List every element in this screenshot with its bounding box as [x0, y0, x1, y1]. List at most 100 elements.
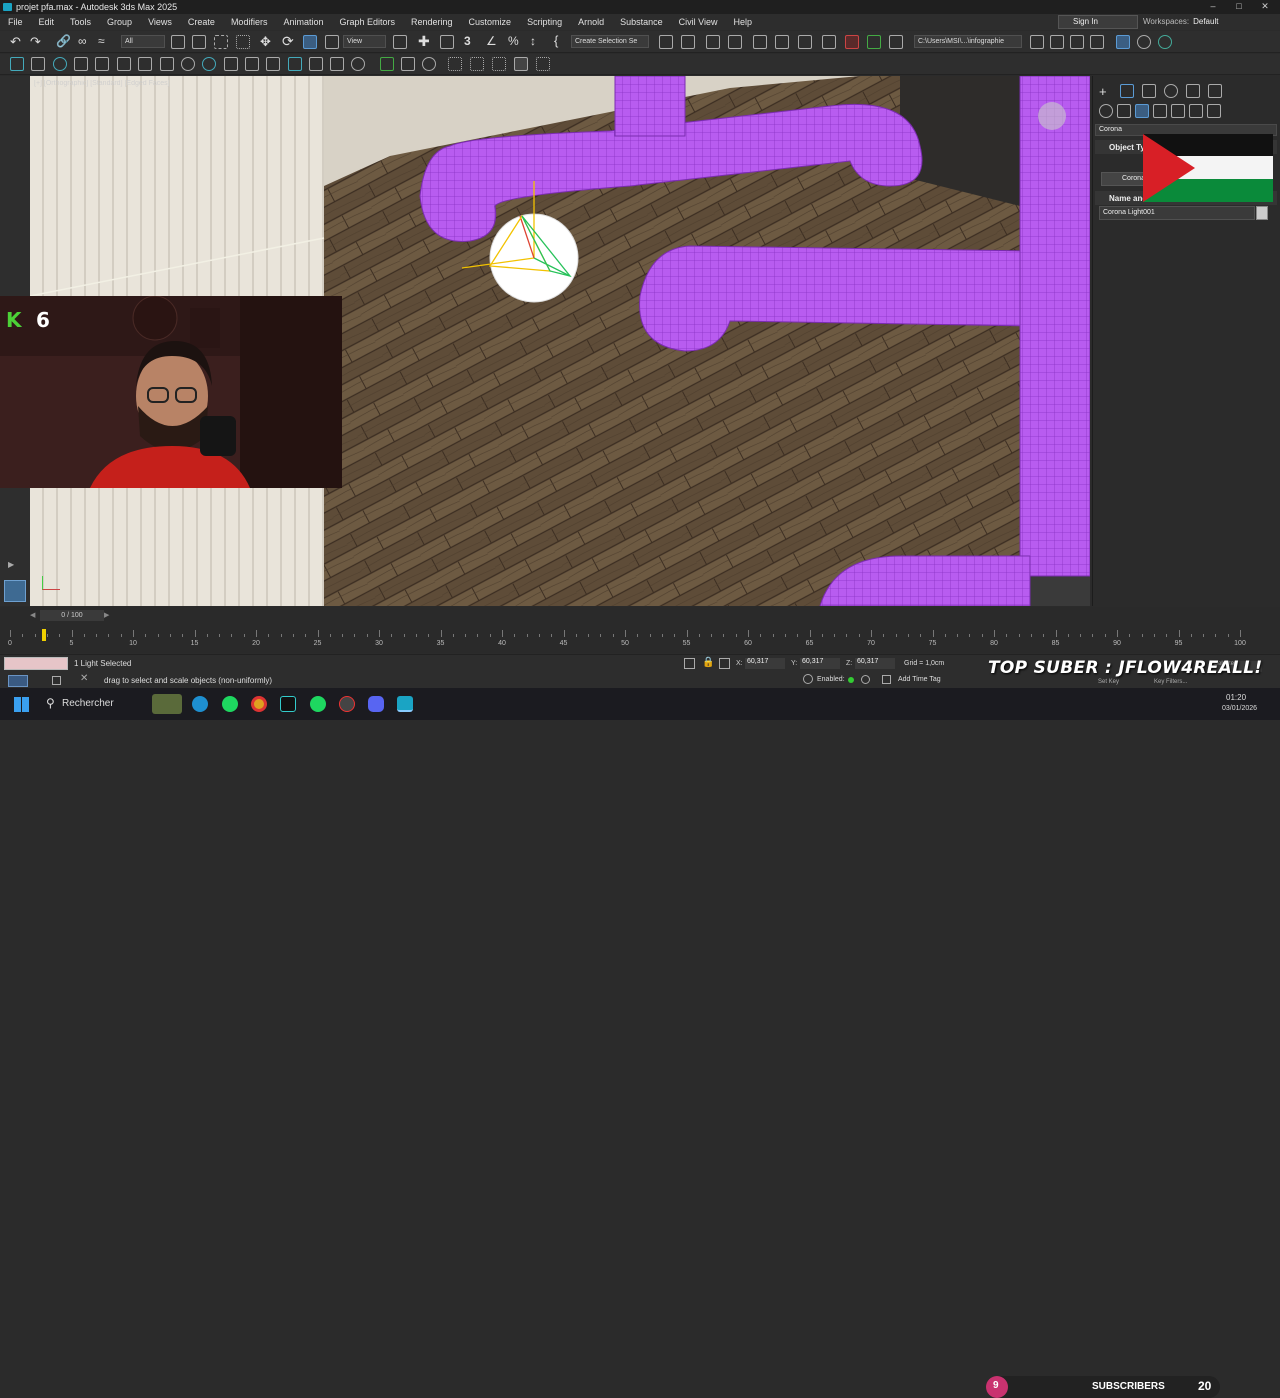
sync-icon[interactable] — [1158, 35, 1172, 49]
help-circle-icon[interactable] — [1137, 35, 1151, 49]
render-frame-icon[interactable] — [845, 35, 859, 49]
3dsmax-icon[interactable] — [397, 696, 413, 712]
menu-animation[interactable]: Animation — [275, 14, 331, 30]
dots-icon[interactable] — [448, 57, 462, 71]
hierarchy-tab-icon[interactable] — [1142, 84, 1156, 98]
corona-light-icon[interactable] — [224, 57, 238, 71]
frame-buffer-icon[interactable] — [138, 57, 152, 71]
snowflake-icon[interactable] — [74, 57, 88, 71]
keyboard-shortcut-icon[interactable] — [440, 35, 454, 49]
project-path-dropdown[interactable]: C:\Users\MSI\...\infographie — [914, 35, 1022, 48]
scene-explorer-tab[interactable] — [4, 580, 26, 602]
corona-render-icon[interactable] — [202, 57, 216, 71]
render-iterative-icon[interactable] — [889, 35, 903, 49]
geometry-icon[interactable] — [1099, 104, 1113, 118]
close-script-icon[interactable]: ✕ — [80, 673, 88, 684]
save-file-icon[interactable] — [1070, 35, 1084, 49]
snaps-toggle-icon[interactable]: 3 — [464, 34, 471, 48]
frame-ruler[interactable]: 0 5 10 15 20 25 30 35 40 45 50 55 60 65 70 75 80 85 90 95 10… — [8, 627, 1260, 647]
menu-tools[interactable]: Tools — [62, 14, 99, 30]
corona-lock-icon[interactable] — [245, 57, 259, 71]
viewport-label[interactable]: [+] [Orthographic] [Standard] [Edged Fac… — [34, 80, 170, 87]
reference-coord-dropdown[interactable]: View — [343, 35, 386, 48]
render-production-icon[interactable] — [867, 35, 881, 49]
lights-icon[interactable] — [1135, 104, 1149, 118]
snap-edge-icon[interactable] — [31, 57, 45, 71]
undo-icon[interactable]: ↶ — [10, 34, 21, 50]
pivot-center-icon[interactable] — [393, 35, 407, 49]
link-icon[interactable]: 🔗 — [56, 34, 71, 48]
z-field[interactable]: 60,317 — [855, 658, 895, 669]
menu-graph-editors[interactable]: Graph Editors — [331, 14, 403, 30]
menu-edit[interactable]: Edit — [31, 14, 63, 30]
select-manipulate-icon[interactable]: ✚ — [418, 33, 430, 50]
snap-vertex-icon[interactable] — [10, 57, 24, 71]
menu-arnold[interactable]: Arnold — [570, 14, 612, 30]
add-time-tag[interactable]: Add Time Tag — [898, 676, 941, 683]
time-slider[interactable]: 0 / 100 — [40, 610, 104, 621]
menu-create[interactable]: Create — [180, 14, 223, 30]
corona-camera-icon[interactable] — [266, 57, 280, 71]
timeline[interactable]: 0 / 100 ◀ ▶ 0 5 10 15 20 25 30 35 40 45 50 55 60 65 70… — [0, 607, 1280, 653]
rotate-icon[interactable]: ⟳ — [282, 33, 294, 50]
scene-explorer-toggle-icon[interactable]: ▶ — [8, 560, 14, 569]
light-bulb-icon[interactable] — [53, 57, 67, 71]
adaptive-degradation-icon[interactable] — [803, 674, 813, 684]
search-icon[interactable]: ⚲ — [46, 696, 55, 710]
corona-sun-icon[interactable] — [351, 57, 365, 71]
menu-group[interactable]: Group — [99, 14, 140, 30]
edit-named-sel-icon[interactable]: { — [554, 33, 558, 48]
move-icon[interactable]: ✥ — [260, 34, 271, 50]
schematic-view-icon[interactable] — [775, 35, 789, 49]
menu-views[interactable]: Views — [140, 14, 180, 30]
fit-icon[interactable] — [492, 57, 506, 71]
object-color-swatch[interactable] — [1256, 206, 1268, 220]
render-setup-icon[interactable] — [822, 35, 836, 49]
lock-icon[interactable]: 🔒 — [702, 657, 714, 668]
select-by-name-icon[interactable] — [192, 35, 206, 49]
cameras-icon[interactable] — [1153, 104, 1167, 118]
open-file-icon[interactable] — [1050, 35, 1064, 49]
menu-file[interactable]: File — [0, 14, 31, 30]
pivot-snap-icon[interactable] — [536, 57, 550, 71]
menu-modifiers[interactable]: Modifiers — [223, 14, 276, 30]
modify-tab-icon[interactable] — [1120, 84, 1134, 98]
sign-in-button[interactable]: Sign In — [1058, 15, 1138, 29]
helpers-icon[interactable] — [1171, 104, 1185, 118]
maxscript-listener[interactable] — [4, 657, 68, 670]
layer-explorer-icon[interactable] — [706, 35, 720, 49]
motion-tab-icon[interactable] — [1164, 84, 1178, 98]
close-icon[interactable]: ✕ — [1252, 0, 1278, 14]
triangle-icon[interactable] — [95, 57, 109, 71]
clock-time[interactable]: 01:20 — [1226, 693, 1246, 702]
help-icon[interactable] — [422, 57, 436, 71]
material-editor-icon[interactable] — [798, 35, 812, 49]
tiktok-icon[interactable] — [280, 696, 296, 712]
set-key-label[interactable]: Set Key — [1098, 679, 1119, 685]
workspaces-selector[interactable]: Workspaces: Default — [1143, 15, 1218, 29]
spinner-snap-icon[interactable]: ↕ — [530, 34, 536, 48]
project-folder-icon[interactable] — [1030, 35, 1044, 49]
enabled-dot-icon[interactable] — [848, 677, 854, 683]
absolute-mode-icon[interactable] — [719, 658, 730, 669]
grid-snap-icon[interactable] — [470, 57, 484, 71]
current-frame-marker[interactable] — [42, 629, 46, 641]
menu-help[interactable]: Help — [725, 14, 760, 30]
create-selection-set-dropdown[interactable]: Create Selection Se — [571, 35, 649, 48]
archive-icon[interactable] — [1090, 35, 1104, 49]
taskbar-search[interactable]: Rechercher — [62, 698, 114, 709]
chrome-icon[interactable] — [251, 696, 267, 712]
time-tag-icon[interactable] — [861, 675, 870, 684]
bounding-box-icon[interactable] — [514, 57, 528, 71]
rect-selection-icon[interactable] — [214, 35, 228, 49]
teapot-icon[interactable] — [181, 57, 195, 71]
discord-icon[interactable] — [368, 696, 384, 712]
bind-space-warp-icon[interactable]: ≈ — [98, 34, 105, 48]
y-field[interactable]: 60,317 — [800, 658, 840, 669]
tree-icon[interactable] — [380, 57, 394, 71]
windows-start-icon[interactable] — [14, 697, 29, 712]
edge-browser-icon[interactable] — [192, 696, 208, 712]
systems-icon[interactable] — [1207, 104, 1221, 118]
unlink-icon[interactable]: ∞ — [78, 34, 87, 48]
menu-customize[interactable]: Customize — [461, 14, 520, 30]
